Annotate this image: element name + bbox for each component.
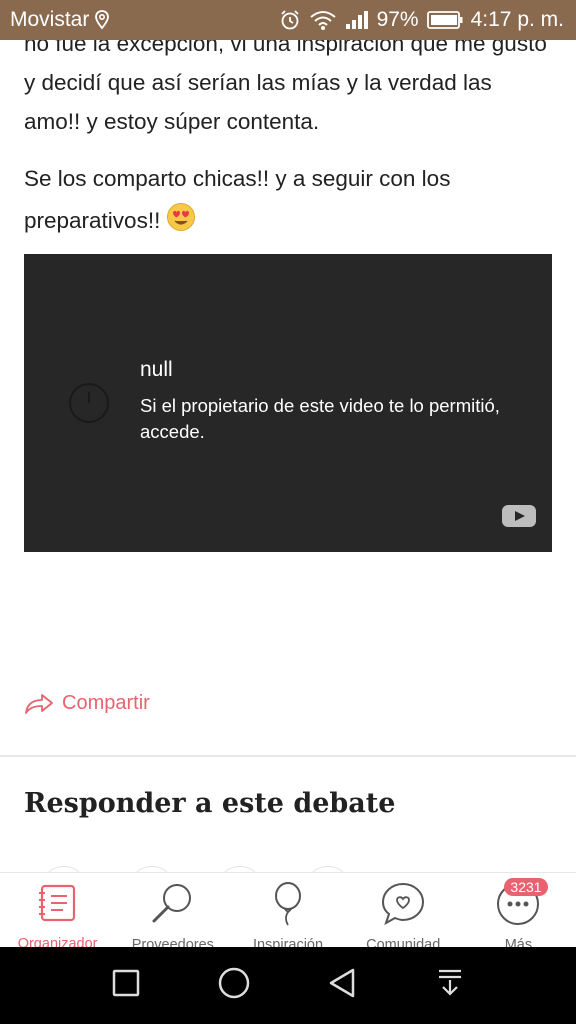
video-title: null — [140, 358, 173, 381]
notifications-pulldown-button[interactable] — [396, 968, 504, 1003]
nav-mas[interactable]: 3231 Más — [461, 873, 576, 948]
system-nav-bar — [0, 947, 576, 1024]
heart-eyes-emoji-icon — [166, 202, 196, 246]
back-button[interactable] — [288, 967, 396, 1004]
post-paragraph-text: Se los comparto chicas!! y a seguir con … — [24, 166, 451, 233]
location-icon — [95, 10, 110, 30]
square-icon — [112, 969, 140, 1002]
clock-time: 4:17 p. m. — [470, 8, 564, 31]
battery-icon — [426, 11, 463, 29]
search-icon — [150, 881, 196, 932]
clock-icon — [68, 382, 110, 429]
reply-heading: Responder a este debate — [24, 788, 396, 819]
battery-percent: 97% — [376, 8, 419, 31]
status-bar: Movistar 97% 4:17 p. m. — [0, 0, 576, 40]
chat-heart-icon — [380, 881, 426, 932]
video-message: Si el propietario de este video te lo pe… — [140, 395, 500, 442]
carrier-name: Movistar — [10, 8, 90, 31]
signal-icon — [345, 10, 369, 30]
alarm-icon — [279, 9, 301, 31]
balloon-icon — [271, 881, 305, 932]
recents-button[interactable] — [72, 969, 180, 1002]
post-paragraph: Se los comparto chicas!! y a seguir con … — [24, 158, 554, 246]
home-button[interactable] — [180, 966, 288, 1005]
back-triangle-icon — [327, 967, 357, 1004]
notification-badge: 3231 — [504, 878, 548, 896]
share-label: Compartir — [62, 692, 150, 714]
pulldown-icon — [437, 968, 463, 1003]
planner-icon — [38, 883, 78, 928]
nav-comunidad[interactable]: Comunidad — [346, 873, 461, 948]
youtube-icon[interactable] — [502, 505, 536, 532]
post-paragraph: no fue la excepción, vi una inspiración … — [24, 40, 547, 134]
post-content[interactable]: no fue la excepción, vi una inspiración … — [0, 40, 576, 872]
divider — [0, 755, 576, 757]
wifi-icon — [309, 9, 337, 31]
bottom-nav: Organizador Proveedores Inspiración Comu… — [0, 872, 576, 948]
share-icon — [24, 693, 54, 715]
circle-icon — [217, 966, 251, 1005]
nav-proveedores[interactable]: Proveedores — [115, 873, 230, 948]
nav-inspiracion[interactable]: Inspiración — [230, 873, 345, 948]
share-button[interactable]: Compartir — [24, 692, 150, 715]
video-embed[interactable]: null Si el propietario de este video te … — [24, 254, 552, 552]
nav-organizador[interactable]: Organizador — [0, 873, 115, 948]
